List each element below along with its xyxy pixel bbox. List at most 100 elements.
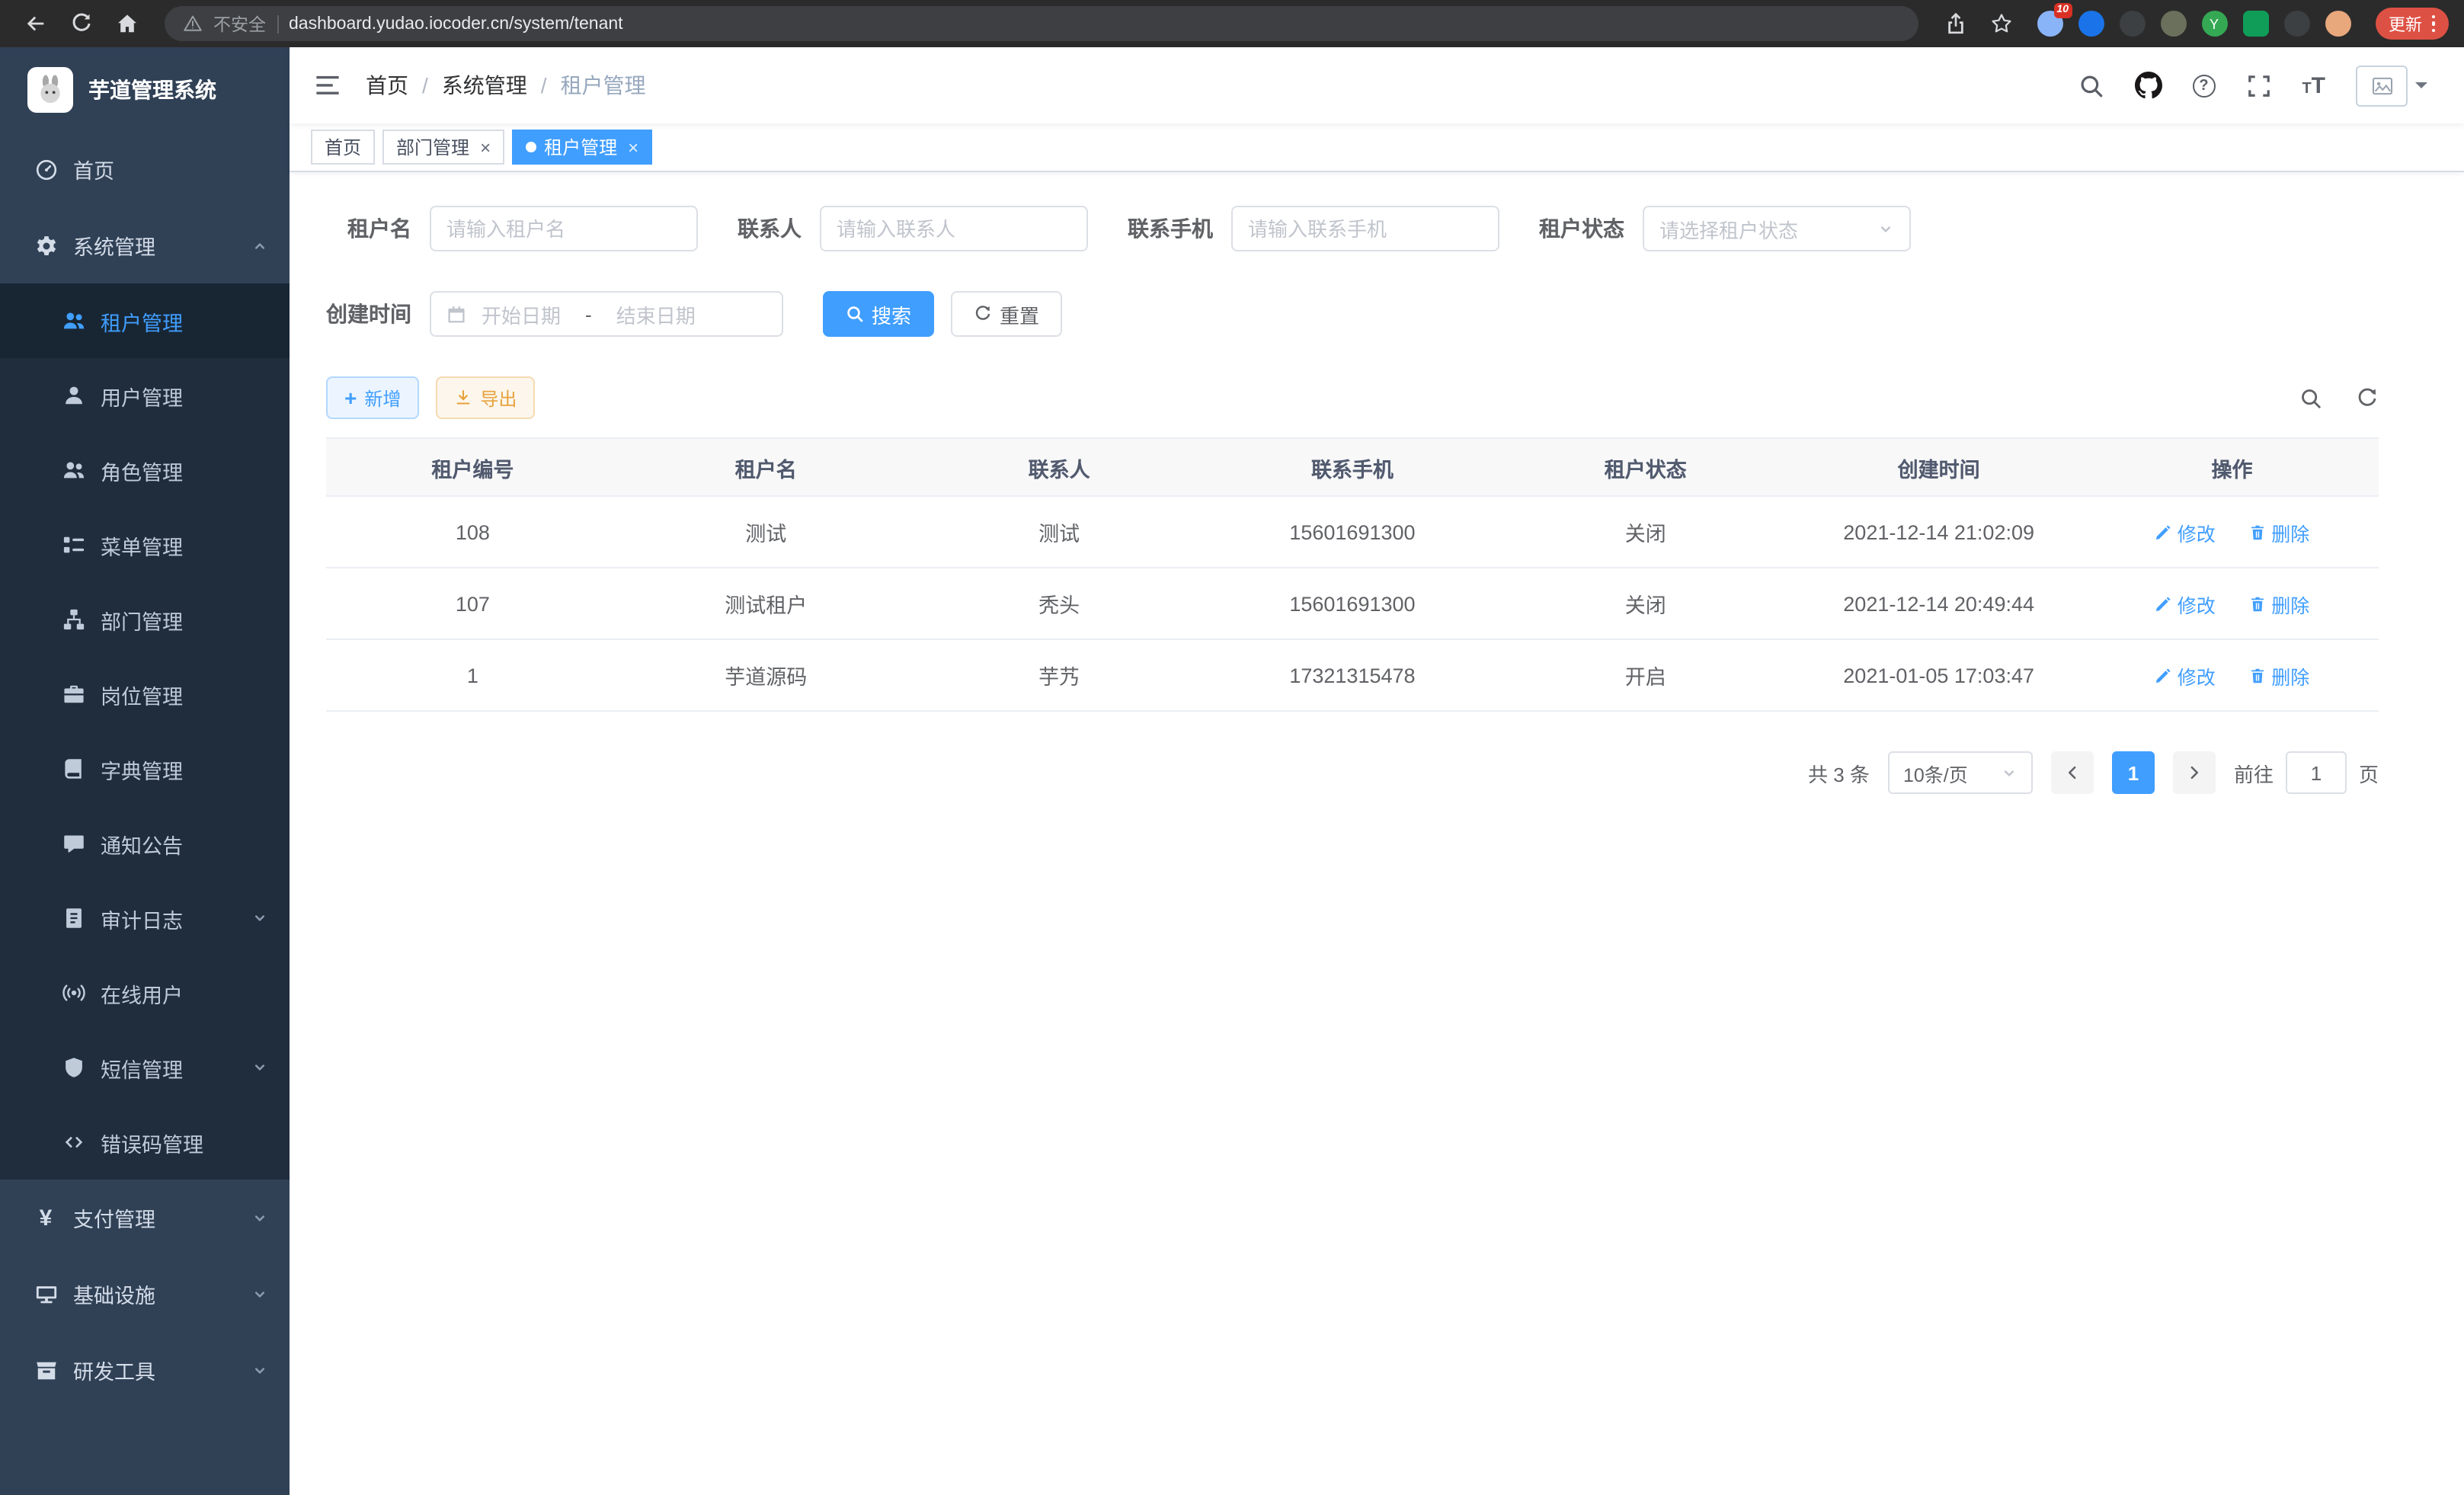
sidebar-item-infrastructure[interactable]: 基础设施 bbox=[0, 1256, 290, 1332]
sidebar-item-dept[interactable]: 部门管理 bbox=[0, 582, 290, 657]
breadcrumb-separator: / bbox=[422, 73, 428, 98]
delete-button[interactable]: 删除 bbox=[2248, 517, 2309, 546]
sidebar-item-errorcode[interactable]: 错误码管理 bbox=[0, 1105, 290, 1180]
navbar-actions: ? TT bbox=[2078, 65, 2427, 106]
refresh-icon[interactable] bbox=[2356, 386, 2379, 409]
tree-icon bbox=[61, 607, 85, 632]
back-icon[interactable] bbox=[15, 5, 55, 42]
active-dot bbox=[526, 142, 536, 152]
extension-icon-4[interactable] bbox=[2160, 11, 2186, 37]
share-icon[interactable] bbox=[1936, 5, 1976, 42]
delete-button[interactable]: 删除 bbox=[2248, 589, 2309, 618]
yen-icon: ¥ bbox=[34, 1205, 58, 1231]
font-size-icon[interactable]: TT bbox=[2302, 74, 2325, 97]
sidebar-item-sms[interactable]: 短信管理 bbox=[0, 1030, 290, 1105]
sidebar-item-user[interactable]: 用户管理 bbox=[0, 358, 290, 433]
home-icon[interactable] bbox=[107, 5, 146, 42]
breadcrumb-home[interactable]: 首页 bbox=[366, 70, 408, 101]
filter-row-2: 创建时间 开始日期 - 结束日期 搜索 bbox=[326, 291, 2379, 337]
edit-button[interactable]: 修改 bbox=[2155, 661, 2216, 690]
sidebar-item-online-users[interactable]: 在线用户 bbox=[0, 956, 290, 1030]
sidebar-item-label: 错误码管理 bbox=[101, 1127, 203, 1157]
sidebar-item-label: 在线用户 bbox=[101, 978, 183, 1008]
sidebar-item-post[interactable]: 岗位管理 bbox=[0, 657, 290, 731]
contact-input[interactable] bbox=[820, 206, 1088, 251]
sidebar-item-notice[interactable]: 通知公告 bbox=[0, 806, 290, 881]
reload-icon[interactable] bbox=[61, 5, 101, 42]
cell-phone: 15601691300 bbox=[1206, 568, 1499, 639]
sidebar-item-system[interactable]: 系统管理 bbox=[0, 207, 290, 283]
edit-button[interactable]: 修改 bbox=[2155, 517, 2216, 546]
peoples-icon bbox=[61, 309, 85, 333]
chevron-left-icon bbox=[2065, 765, 2080, 780]
tenant-name-input[interactable] bbox=[430, 206, 698, 251]
help-icon[interactable]: ? bbox=[2192, 74, 2215, 97]
user-icon bbox=[61, 383, 85, 408]
sidebar-item-devtools[interactable]: 研发工具 bbox=[0, 1332, 290, 1408]
add-button[interactable]: + 新增 bbox=[326, 376, 419, 419]
tab-tenant[interactable]: 租户管理 × bbox=[512, 130, 652, 165]
extension-icon-5[interactable]: Y bbox=[2201, 11, 2227, 37]
sidebar-logo[interactable]: 芋道管理系统 bbox=[0, 47, 290, 131]
sidebar-item-label: 基础设施 bbox=[73, 1279, 155, 1309]
tab-label: 首页 bbox=[325, 134, 361, 160]
page-button-1[interactable]: 1 bbox=[2112, 751, 2155, 794]
breadcrumb-system[interactable]: 系统管理 bbox=[442, 70, 527, 101]
cell-status: 关闭 bbox=[1499, 496, 1792, 568]
extension-icon-3[interactable] bbox=[2119, 11, 2145, 37]
sidebar-item-payment[interactable]: ¥ 支付管理 bbox=[0, 1180, 290, 1256]
logo-image bbox=[27, 66, 73, 112]
extension-icon-1[interactable]: 10 bbox=[2037, 11, 2062, 37]
export-button[interactable]: 导出 bbox=[436, 376, 535, 419]
sidebar-item-label: 支付管理 bbox=[73, 1202, 155, 1233]
profile-avatar[interactable] bbox=[2325, 11, 2350, 37]
sidebar-item-auditlog[interactable]: 审计日志 bbox=[0, 881, 290, 956]
date-separator: - bbox=[576, 303, 601, 325]
hamburger-icon[interactable] bbox=[314, 72, 341, 99]
caret-down-icon bbox=[2415, 82, 2427, 94]
goto-page-input[interactable] bbox=[2286, 751, 2347, 794]
cell-actions: 修改 删除 bbox=[2085, 639, 2379, 711]
filter-contact: 联系人 bbox=[738, 206, 1088, 251]
close-icon[interactable]: × bbox=[628, 138, 638, 156]
bookmark-star-icon[interactable] bbox=[1982, 5, 2021, 42]
extensions-puzzle-icon[interactable] bbox=[2283, 11, 2309, 37]
search-button[interactable]: 搜索 bbox=[823, 291, 934, 337]
github-icon[interactable] bbox=[2134, 72, 2162, 99]
url-text: dashboard.yudao.iocoder.cn/system/tenant bbox=[289, 14, 623, 33]
toggle-search-icon[interactable] bbox=[2299, 386, 2322, 409]
sidebar-item-home[interactable]: 首页 bbox=[0, 131, 290, 207]
delete-button[interactable]: 删除 bbox=[2248, 661, 2309, 690]
divider bbox=[277, 14, 278, 33]
date-range-picker[interactable]: 开始日期 - 结束日期 bbox=[430, 291, 783, 337]
address-bar[interactable]: 不安全 dashboard.yudao.iocoder.cn/system/te… bbox=[165, 6, 1918, 41]
cell-contact: 秃头 bbox=[913, 568, 1206, 639]
goto-label: 前往 bbox=[2234, 758, 2274, 787]
total-count: 共 3 条 bbox=[1808, 758, 1870, 787]
prev-page-button[interactable] bbox=[2051, 751, 2094, 794]
col-header: 租户编号 bbox=[326, 438, 619, 496]
reset-button[interactable]: 重置 bbox=[951, 291, 1062, 337]
sidebar-item-dict[interactable]: 字典管理 bbox=[0, 731, 290, 806]
user-avatar-menu[interactable] bbox=[2356, 65, 2427, 106]
col-header: 创建时间 bbox=[1792, 438, 2085, 496]
search-icon[interactable] bbox=[2078, 72, 2104, 98]
security-label: 不安全 bbox=[213, 11, 266, 36]
phone-input[interactable] bbox=[1231, 206, 1499, 251]
page-size-select[interactable]: 10条/页 bbox=[1888, 751, 2033, 794]
next-page-button[interactable] bbox=[2173, 751, 2216, 794]
sidebar-item-tenant[interactable]: 租户管理 bbox=[0, 283, 290, 358]
browser-update-menu-button[interactable]: 更新 bbox=[2375, 8, 2449, 40]
extension-icon-6[interactable] bbox=[2242, 11, 2268, 37]
status-select[interactable]: 请选择租户状态 bbox=[1643, 206, 1911, 251]
extension-icon-2[interactable] bbox=[2078, 11, 2104, 37]
sidebar-item-role[interactable]: 角色管理 bbox=[0, 433, 290, 507]
tab-dept[interactable]: 部门管理 × bbox=[382, 130, 504, 165]
fullscreen-icon[interactable] bbox=[2245, 72, 2271, 98]
tab-home[interactable]: 首页 bbox=[311, 130, 375, 165]
sidebar-item-menu[interactable]: 菜单管理 bbox=[0, 507, 290, 582]
filter-create-time: 创建时间 开始日期 - 结束日期 bbox=[326, 291, 783, 337]
edit-button[interactable]: 修改 bbox=[2155, 589, 2216, 618]
cell-contact: 芋艿 bbox=[913, 639, 1206, 711]
close-icon[interactable]: × bbox=[480, 138, 491, 156]
